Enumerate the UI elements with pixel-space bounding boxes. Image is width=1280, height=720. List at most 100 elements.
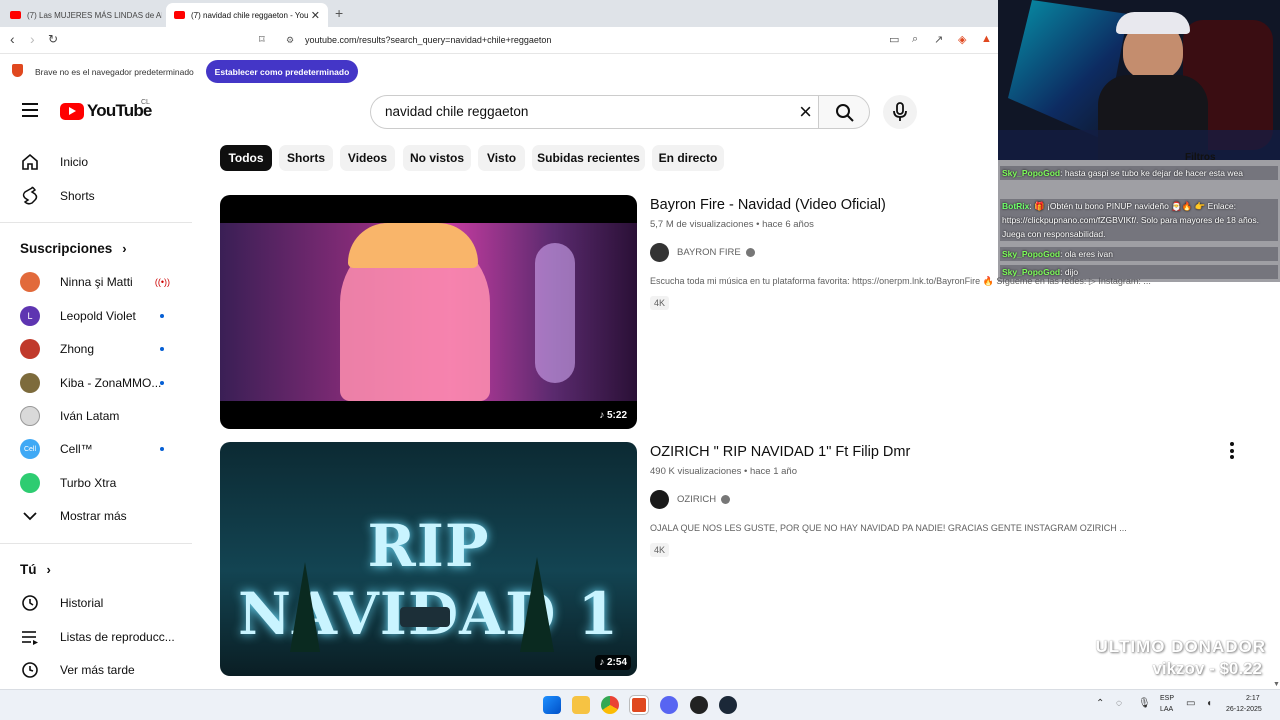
quality-badge: 4K bbox=[650, 296, 670, 310]
chat-username: BotRix bbox=[1002, 201, 1030, 211]
verified-icon bbox=[721, 495, 731, 504]
windows-start-icon[interactable] bbox=[543, 696, 561, 714]
video-title[interactable]: Bayron Fire - Navidad (Video Oficial) bbox=[650, 197, 886, 213]
sidebar-item-label: Ver más tarde bbox=[60, 663, 135, 677]
monitor-icon[interactable]: ▭ bbox=[1186, 698, 1195, 709]
channel-link[interactable]: BAYRON FIRE bbox=[650, 243, 755, 262]
clear-search-icon[interactable]: × bbox=[799, 99, 812, 125]
sidebar-divider bbox=[0, 222, 192, 223]
chip-shorts[interactable]: Shorts bbox=[279, 145, 333, 171]
sidebar-item-subscription[interactable]: Zhong bbox=[20, 337, 180, 361]
browser-tab-active[interactable]: (7) navidad chile reggaeton - You ✕ bbox=[166, 3, 328, 27]
brave-shield-icon[interactable]: ◈ bbox=[958, 33, 966, 46]
back-icon[interactable]: ‹ bbox=[10, 31, 15, 47]
discord-icon[interactable] bbox=[660, 696, 678, 714]
brave-icon[interactable] bbox=[629, 695, 649, 715]
brave-logo-icon bbox=[12, 64, 23, 77]
zoom-icon[interactable]: ⌕ bbox=[912, 33, 918, 46]
sidebar-item-inicio[interactable]: Inicio bbox=[20, 150, 180, 174]
microphone-tray-icon[interactable]: 🎙 bbox=[1138, 698, 1151, 709]
home-icon bbox=[20, 152, 40, 172]
brave-rewards-icon[interactable]: ▲ bbox=[981, 33, 992, 45]
new-content-dot bbox=[160, 314, 164, 318]
scroll-down-icon[interactable]: ▼ bbox=[1273, 681, 1280, 688]
tab-title: (7) Las MUJERES MÁS LINDAS de AR bbox=[27, 10, 162, 20]
tab-title: (7) navidad chile reggaeton - You bbox=[191, 10, 309, 20]
video-thumbnail[interactable]: RIP NAVIDAD 1 ♪ 2:54 bbox=[220, 442, 637, 676]
more-options-icon[interactable] bbox=[1230, 442, 1236, 462]
search-input[interactable] bbox=[385, 104, 765, 119]
steam-icon[interactable] bbox=[719, 696, 737, 714]
chip-no-vistos[interactable]: No vistos bbox=[403, 145, 471, 171]
youtube-favicon-icon bbox=[10, 11, 21, 19]
keyboard-language[interactable]: ESP bbox=[1160, 695, 1174, 702]
thumbnail-image bbox=[220, 223, 637, 401]
file-explorer-icon[interactable] bbox=[572, 696, 590, 714]
chip-videos[interactable]: Videos bbox=[340, 145, 395, 171]
sidebar-item-subscription[interactable]: Cell Cell™ bbox=[20, 437, 180, 461]
sidebar-item-subscription[interactable]: Iván Latam bbox=[20, 404, 180, 428]
youtube-logo[interactable]: YouTube bbox=[60, 101, 152, 121]
set-default-button[interactable]: Establecer como predeterminado bbox=[206, 60, 358, 83]
close-tab-icon[interactable]: ✕ bbox=[311, 9, 320, 22]
chat-text: : 🎁 ¡Obtén tu bono PINUP navideño 🎅🔥 👉 E… bbox=[1002, 201, 1260, 239]
quality-badge: 4K bbox=[650, 543, 670, 557]
chip-subidas-recientes[interactable]: Subidas recientes bbox=[532, 145, 645, 171]
bookmark-icon[interactable]: ⌑ bbox=[259, 33, 265, 46]
video-title[interactable]: OZIRICH " RIP NAVIDAD 1" Ft Filip Dmr bbox=[650, 444, 910, 460]
sidebar-item-label: Leopold Violet bbox=[60, 309, 136, 323]
url-bar[interactable]: youtube.com/results?search_query=navidad… bbox=[305, 35, 551, 45]
chip-todos[interactable]: Todos bbox=[220, 145, 272, 171]
new-tab-icon[interactable]: + bbox=[335, 5, 343, 21]
stream-chat: Filtros Sky_PopoGod: hasta gaspi se tubo… bbox=[998, 152, 1280, 282]
search-icon bbox=[836, 104, 854, 122]
cast-icon[interactable]: ▭ bbox=[889, 33, 899, 46]
menu-icon[interactable] bbox=[22, 103, 38, 117]
you-heading[interactable]: Tú › bbox=[20, 562, 51, 577]
sidebar-item-historial[interactable]: Historial bbox=[20, 591, 180, 615]
search-button[interactable] bbox=[818, 95, 870, 129]
forward-icon[interactable]: › bbox=[30, 31, 35, 47]
channel-link[interactable]: OZIRICH bbox=[650, 490, 731, 509]
chip-visto[interactable]: Visto bbox=[478, 145, 525, 171]
sidebar-item-playlists[interactable]: Listas de reproducc... bbox=[20, 625, 180, 649]
sidebar-item-label: Ninna şi Matti bbox=[60, 275, 133, 289]
youtube-play-icon bbox=[60, 102, 84, 120]
clock-time[interactable]: 2:17 bbox=[1246, 695, 1260, 702]
network-icon[interactable]: ◌ bbox=[1116, 698, 1122, 709]
sidebar-item-subscription[interactable]: Turbo Xtra bbox=[20, 471, 180, 495]
chevron-down-icon bbox=[20, 506, 40, 526]
video-thumbnail[interactable]: ♪ 5:22 bbox=[220, 195, 637, 429]
sidebar-item-subscription[interactable]: L Leopold Violet bbox=[20, 304, 180, 328]
avatar: L bbox=[20, 306, 40, 326]
chat-message: BotRix: 🎁 ¡Obtén tu bono PINUP navideño … bbox=[1000, 199, 1278, 241]
subscriptions-heading[interactable]: Suscripciones › bbox=[20, 241, 127, 256]
avatar bbox=[20, 406, 40, 426]
avatar bbox=[20, 473, 40, 493]
reload-icon[interactable]: ↻ bbox=[48, 32, 58, 46]
sidebar-item-label: Listas de reproducc... bbox=[60, 630, 175, 644]
video-meta: 490 K visualizaciones • hace 1 año bbox=[650, 466, 797, 477]
sidebar-item-subscription[interactable]: Ninna şi Matti ((•)) bbox=[20, 270, 180, 294]
obs-icon[interactable] bbox=[690, 696, 708, 714]
new-content-dot bbox=[160, 347, 164, 351]
chrome-icon[interactable] bbox=[601, 696, 619, 714]
browser-tab[interactable]: (7) Las MUJERES MÁS LINDAS de AR bbox=[2, 3, 162, 27]
keyboard-layout[interactable]: LAA bbox=[1160, 706, 1173, 713]
clock-date[interactable]: 26-12-2025 bbox=[1226, 706, 1262, 713]
sidebar-item-watch-later[interactable]: Ver más tarde bbox=[20, 658, 180, 682]
share-icon[interactable]: ↗ bbox=[934, 33, 943, 46]
sidebar-item-label: Kiba - ZonaMMO... bbox=[60, 376, 162, 390]
voice-search-button[interactable] bbox=[883, 95, 917, 129]
avatar bbox=[20, 339, 40, 359]
site-settings-icon[interactable]: ⚙ bbox=[286, 35, 294, 46]
show-more-button[interactable]: Mostrar más bbox=[20, 504, 180, 528]
chat-username: Sky_PopoGod bbox=[1002, 267, 1061, 277]
watch-later-icon bbox=[20, 660, 40, 680]
chevron-right-icon: › bbox=[122, 241, 127, 256]
tray-chevron-up-icon[interactable]: ⌃ bbox=[1096, 698, 1104, 709]
sidebar-item-subscription[interactable]: Kiba - ZonaMMO... bbox=[20, 371, 180, 395]
sidebar-item-shorts[interactable]: Shorts bbox=[20, 184, 180, 208]
chip-en-directo[interactable]: En directo bbox=[652, 145, 724, 171]
volume-icon[interactable]: ◖ bbox=[1206, 698, 1212, 709]
